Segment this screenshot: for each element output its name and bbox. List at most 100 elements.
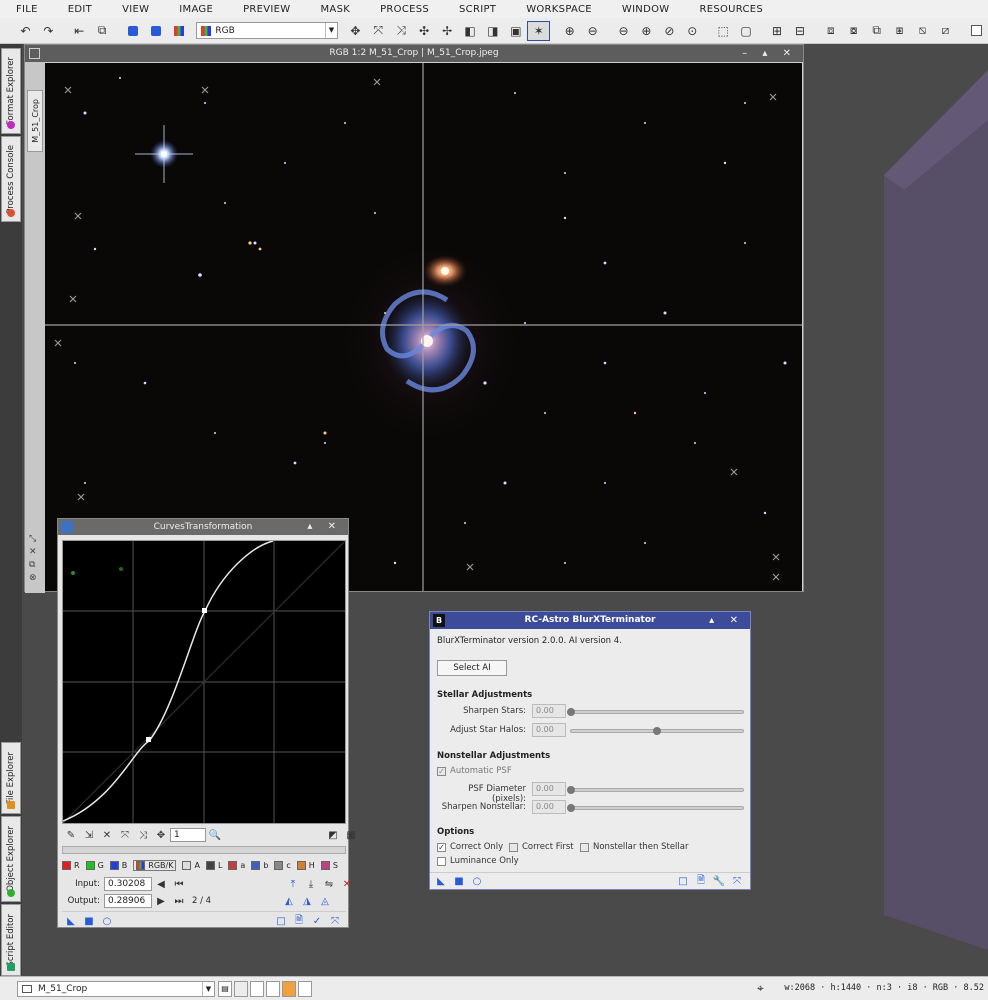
readout-icon[interactable]: ◧ <box>459 21 482 41</box>
blurxterminator-window[interactable]: B RC-Astro BlurXTerminator ▴ ✕ BlurXTerm… <box>429 611 751 890</box>
slider-knob[interactable] <box>567 786 575 794</box>
view-select[interactable]: M_51_Crop ▼ <box>17 981 215 997</box>
zoom-2-icon[interactable]: ⊕ <box>635 21 658 41</box>
window-5-icon[interactable]: ⧅ <box>911 21 934 41</box>
zoom-fill-icon[interactable]: ⤨ <box>134 827 152 843</box>
image-window-titlebar[interactable]: RGB 1:2 M_51_Crop | M_51_Crop.jpeg – ▴ ✕ <box>25 45 803 62</box>
curves-titlebar[interactable]: CurvesTransformation ▴ ✕ <box>58 519 348 535</box>
menu-resources[interactable]: RESOURCES <box>682 4 776 15</box>
preview-edit-icon[interactable]: ▣ <box>504 21 527 41</box>
apply-icon[interactable]: ■ <box>80 913 98 929</box>
menu-script[interactable]: SCRIPT <box>442 4 509 15</box>
sharpen-stars-slider[interactable] <box>567 708 744 716</box>
image-window[interactable]: RGB 1:2 M_51_Crop | M_51_Crop.jpeg – ▴ ✕… <box>24 44 804 593</box>
layout-2-icon[interactable]: ⊟ <box>788 21 811 41</box>
channel-rgbk[interactable]: RGB/K <box>133 860 177 871</box>
compare-icon[interactable]: ⧉ <box>91 21 114 41</box>
pan-icon[interactable]: ✥ <box>344 21 367 41</box>
real-time-preview-icon[interactable]: □ <box>272 913 290 929</box>
sharpen-stars-value[interactable]: 0.00 <box>532 704 566 718</box>
preview-status-icon[interactable] <box>298 981 312 997</box>
channel-l[interactable]: L <box>205 861 222 870</box>
layout-1-icon[interactable]: ⊞ <box>766 21 789 41</box>
invert-icon[interactable]: ⇋ <box>320 876 338 892</box>
edit-point-icon[interactable]: ✎ <box>62 827 80 843</box>
grid-toggle-icon[interactable]: ▦ <box>342 827 360 843</box>
menu-preview[interactable]: PREVIEW <box>226 4 303 15</box>
real-time-preview-icon[interactable]: □ <box>674 873 692 889</box>
channel-a-lower[interactable]: a <box>228 861 245 870</box>
zoom-1-icon[interactable]: ⊖ <box>612 21 635 41</box>
browse-doc-icon[interactable]: 🗎 <box>692 873 710 889</box>
mask-invert-icon[interactable] <box>167 21 190 41</box>
window-controls[interactable]: – ▴ ✕ <box>742 45 797 62</box>
curves-graph[interactable] <box>62 540 346 824</box>
undo-history-icon[interactable]: ⇤ <box>68 21 91 41</box>
menu-mask[interactable]: MASK <box>304 4 364 15</box>
output-value-field[interactable]: 0.28906 <box>104 894 152 908</box>
input-value-field[interactable]: 0.30208 <box>104 877 152 891</box>
next-point-icon[interactable]: ▶ <box>152 893 170 909</box>
interp-akima-icon[interactable]: ◭ <box>280 893 298 909</box>
channel-b[interactable]: B <box>109 861 127 870</box>
new-instance-icon[interactable]: ◣ <box>62 913 80 929</box>
object-explorer-tab[interactable]: Object Explorer <box>1 816 21 902</box>
channel-r[interactable]: R <box>62 861 80 870</box>
delete-point-icon[interactable]: ✕ <box>98 827 116 843</box>
menu-workspace[interactable]: WORKSPACE <box>509 4 605 15</box>
fit-view-icon[interactable]: ⬚ <box>712 21 735 41</box>
channel-h[interactable]: H <box>296 861 315 870</box>
stf-status-icon[interactable] <box>266 981 280 997</box>
zoom-factor-input[interactable]: 1 <box>170 828 206 842</box>
preview-icon[interactable]: ◨ <box>481 21 504 41</box>
color-status-icon[interactable] <box>282 981 296 997</box>
menu-image[interactable]: IMAGE <box>162 4 226 15</box>
crosshair-icon[interactable]: ⌖ <box>757 981 764 996</box>
channel-select[interactable]: RGB ▼ <box>196 22 338 39</box>
reset-curve-icon[interactable]: ◩ <box>324 827 342 843</box>
slider-knob[interactable] <box>653 727 661 735</box>
format-explorer-tab[interactable]: Format Explorer <box>1 48 21 134</box>
star-view-icon[interactable]: ✶ <box>527 20 551 41</box>
menu-window[interactable]: WINDOW <box>605 4 683 15</box>
menu-edit[interactable]: EDIT <box>51 4 105 15</box>
move-icon[interactable]: ✣ <box>413 21 436 41</box>
interp-linear-icon[interactable]: ◬ <box>316 893 334 909</box>
select-point-icon[interactable]: ⇲ <box>80 827 98 843</box>
channel-g[interactable]: G <box>85 861 104 870</box>
window-6-icon[interactable]: ⧄ <box>934 21 957 41</box>
apply-global-icon[interactable]: ○ <box>468 873 486 889</box>
redo-icon[interactable]: ↷ <box>37 21 60 41</box>
apply-icon[interactable]: ■ <box>450 873 468 889</box>
mask-show-icon[interactable] <box>145 21 168 41</box>
wrench-icon[interactable]: 🔧 <box>710 873 728 889</box>
view-tab-icons[interactable]: ⤡ ✕ ⧉ ⊗ <box>29 533 37 585</box>
zoom-fill-icon[interactable]: ⤨ <box>390 21 413 41</box>
psf-diameter-value[interactable]: 0.00 <box>532 782 566 796</box>
channel-s[interactable]: S <box>320 861 338 870</box>
bxt-titlebar[interactable]: B RC-Astro BlurXTerminator ▴ ✕ <box>430 612 750 629</box>
image-canvas[interactable] <box>45 63 802 591</box>
channel-c[interactable]: c <box>274 861 291 870</box>
undo-icon[interactable]: ↶ <box>14 21 37 41</box>
cross-move-icon[interactable]: ✢ <box>436 21 459 41</box>
psf-diameter-slider[interactable] <box>567 786 744 794</box>
pin-bottom-icon[interactable]: ⤓ <box>302 876 320 892</box>
reset-instance-icon[interactable]: ⤧ <box>326 913 344 929</box>
menu-process[interactable]: PROCESS <box>363 4 442 15</box>
sharpen-nonstellar-value[interactable]: 0.00 <box>532 800 566 814</box>
window-controls[interactable]: ▴ ✕ <box>307 519 342 535</box>
window-7-icon[interactable] <box>965 21 988 41</box>
adjust-halos-slider[interactable] <box>570 727 744 735</box>
nonstellar-then-stellar-checkbox[interactable]: Nonstellar then Stellar <box>580 842 689 852</box>
slider-knob[interactable] <box>567 804 575 812</box>
zoom-fit-icon[interactable]: ⤧ <box>116 827 134 843</box>
window-3-icon[interactable]: ⧉ <box>865 21 888 41</box>
process-console-tab[interactable]: Process Console <box>1 136 21 222</box>
curves-transformation-window[interactable]: CurvesTransformation ▴ ✕ ✎ ⇲ ✕ ⤧ ⤨ ✥ 1 🔍… <box>57 518 356 929</box>
mask-status-icon[interactable] <box>250 981 264 997</box>
previous-point-icon[interactable]: ◀ <box>152 876 170 892</box>
apply-global-icon[interactable]: ○ <box>98 913 116 929</box>
zoom-in-icon[interactable]: ⊕ <box>558 21 581 41</box>
interp-cubic-icon[interactable]: ◮ <box>298 893 316 909</box>
